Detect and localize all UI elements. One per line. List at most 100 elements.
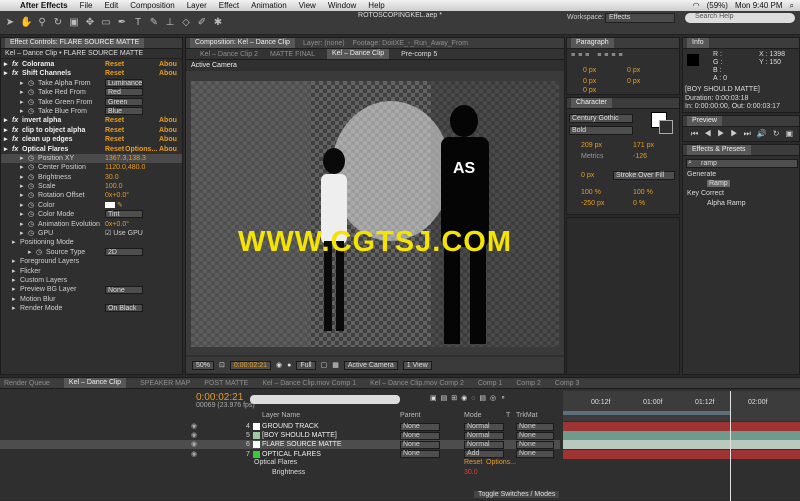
timeline-tab[interactable]: Render Queue bbox=[4, 380, 50, 387]
reset-link[interactable]: Reset bbox=[105, 126, 124, 135]
horizontal-scale[interactable]: 100 % bbox=[633, 189, 653, 196]
disclosure-triangle-icon[interactable]: ▸ bbox=[12, 257, 16, 266]
effect-row[interactable]: ▸ ◷ Scale 100.0 bbox=[1, 182, 182, 191]
camera-select[interactable]: Active Camera bbox=[343, 360, 398, 370]
disclosure-triangle-icon[interactable]: ▸ bbox=[20, 107, 24, 116]
disclosure-triangle-icon[interactable]: ▸ bbox=[12, 267, 16, 276]
sub-effect-reset[interactable]: Reset bbox=[464, 459, 482, 466]
stopwatch-icon[interactable]: ◷ bbox=[28, 191, 34, 200]
about-link[interactable]: Abou bbox=[159, 60, 177, 69]
effect-row[interactable]: ▸ Positioning Mode bbox=[1, 238, 182, 247]
stopwatch-icon[interactable]: ◷ bbox=[36, 248, 42, 257]
tab-character[interactable]: Character bbox=[571, 98, 612, 108]
stopwatch-icon[interactable]: ◷ bbox=[28, 107, 34, 116]
tracking[interactable]: -126 bbox=[633, 153, 647, 160]
font-size[interactable]: 209 px bbox=[581, 142, 602, 149]
disclosure-triangle-icon[interactable]: ▸ bbox=[20, 182, 24, 191]
disclosure-triangle-icon[interactable]: ▸ bbox=[20, 154, 24, 163]
blend-mode-select[interactable]: Normal bbox=[464, 440, 504, 449]
effect-row[interactable]: ▸ ◷ Brightness 30.0 bbox=[1, 173, 182, 182]
preset-category[interactable]: Generate bbox=[687, 171, 716, 178]
menu-help[interactable]: Help bbox=[362, 1, 390, 10]
effect-row[interactable]: ▸ ◷ Color Mode Tint bbox=[1, 210, 182, 219]
property-dropdown[interactable]: 2D bbox=[105, 247, 143, 256]
menu-window[interactable]: Window bbox=[322, 1, 362, 10]
stopwatch-icon[interactable]: ◷ bbox=[28, 220, 34, 229]
breadcrumb-item[interactable]: Kel – Dance Clip bbox=[326, 49, 390, 59]
fx-toggle-icon[interactable]: fx bbox=[12, 145, 18, 154]
disclosure-triangle-icon[interactable]: ▸ bbox=[20, 173, 24, 182]
effect-row[interactable]: ▸ ◷ Animation Evolution 0x+0.0° bbox=[1, 220, 182, 229]
color-channel-icon[interactable]: ● bbox=[287, 362, 291, 369]
stopwatch-icon[interactable]: ◷ bbox=[28, 163, 34, 172]
parent-select[interactable]: None bbox=[400, 422, 440, 431]
breadcrumb-item[interactable]: Pre-comp 5 bbox=[401, 51, 437, 58]
about-link[interactable]: Abou bbox=[159, 135, 177, 144]
menu-layer[interactable]: Layer bbox=[181, 1, 213, 10]
disclosure-triangle-icon[interactable]: ▸ bbox=[20, 220, 24, 229]
blend-mode-select[interactable]: Add bbox=[464, 450, 504, 459]
space-before[interactable]: 0 px bbox=[583, 78, 596, 85]
resolution-select[interactable]: Full bbox=[296, 360, 316, 370]
about-link[interactable]: Abou bbox=[159, 126, 177, 135]
menu-animation[interactable]: Animation bbox=[245, 1, 293, 10]
track-matte-select[interactable]: None bbox=[516, 450, 554, 459]
layer-name[interactable]: [BOY SHOULD MATTE] bbox=[262, 431, 337, 440]
wifi-icon[interactable]: ◠ bbox=[693, 1, 700, 10]
disclosure-triangle-icon[interactable]: ▸ bbox=[20, 229, 24, 238]
disclosure-triangle-icon[interactable]: ▸ bbox=[20, 79, 24, 88]
timeline-tab[interactable]: Kel – Dance Clip.mov Comp 1 bbox=[262, 380, 356, 387]
disclosure-triangle-icon[interactable]: ▸ bbox=[20, 88, 24, 97]
rotate-tool-icon[interactable]: ↻ bbox=[52, 17, 64, 29]
label-color-chip[interactable] bbox=[253, 423, 260, 430]
effect-row[interactable]: ▸ ◷ Position XY 1367.3,138.3 bbox=[1, 153, 182, 164]
about-link[interactable]: Abou bbox=[159, 69, 177, 78]
reset-link[interactable]: Reset bbox=[105, 60, 124, 69]
disclosure-triangle-icon[interactable]: ▸ bbox=[20, 210, 24, 219]
timeline-tab[interactable]: Comp 3 bbox=[555, 380, 580, 387]
kerning[interactable]: Metrics bbox=[581, 153, 604, 160]
disclosure-triangle-icon[interactable]: ▸ bbox=[12, 295, 16, 304]
workspace-select[interactable]: Effects bbox=[605, 13, 675, 23]
layer-duration-bar[interactable] bbox=[563, 449, 800, 459]
parent-select[interactable]: None bbox=[400, 431, 440, 440]
layer-row[interactable]: ◉ 5 [BOY SHOULD MATTE] None Normal None bbox=[0, 431, 560, 440]
menu-file[interactable]: File bbox=[74, 1, 99, 10]
effect-row[interactable]: ▸ Preview BG Layer None bbox=[1, 285, 182, 294]
tab-effect-controls[interactable]: Effect Controls: FLARE SOURCE MATTE bbox=[5, 38, 145, 48]
fx-toggle-icon[interactable]: fx bbox=[12, 126, 18, 135]
effect-row[interactable]: ▸ Render Mode On Black bbox=[1, 304, 182, 313]
property-dropdown[interactable]: Tint bbox=[105, 210, 143, 219]
preset-category[interactable]: Key Correct bbox=[687, 190, 724, 197]
disclosure-triangle-icon[interactable]: ▸ bbox=[20, 98, 24, 107]
disclosure-triangle-icon[interactable]: ▸ bbox=[4, 126, 8, 135]
pan-behind-tool-icon[interactable]: ✥ bbox=[84, 17, 96, 29]
checkbox[interactable]: ☑ bbox=[105, 230, 111, 237]
tab-layer[interactable]: Layer: (none) bbox=[303, 40, 345, 47]
reset-link[interactable]: Reset bbox=[105, 145, 124, 154]
reset-link[interactable]: Reset bbox=[105, 116, 124, 125]
stopwatch-icon[interactable]: ◷ bbox=[28, 182, 34, 191]
effect-row[interactable]: ▸ Motion Blur bbox=[1, 295, 182, 304]
track-matte-select[interactable]: None bbox=[516, 431, 554, 440]
mask-tool-icon[interactable]: ▭ bbox=[100, 17, 112, 29]
work-area-bar[interactable] bbox=[563, 411, 731, 415]
tab-effects-presets[interactable]: Effects & Presets bbox=[687, 145, 751, 155]
stroke-width[interactable]: 0 px bbox=[581, 172, 594, 179]
property-value[interactable]: 1120.0,480.0 bbox=[105, 163, 145, 172]
timeline-tab[interactable]: Kel – Dance Clip.mov Comp 2 bbox=[370, 380, 464, 387]
type-tool-icon[interactable]: T bbox=[132, 17, 144, 29]
region-icon[interactable]: ▢ bbox=[321, 361, 328, 369]
menu-edit[interactable]: Edit bbox=[98, 1, 124, 10]
disclosure-triangle-icon[interactable]: ▸ bbox=[12, 238, 16, 247]
property-value[interactable]: 30.0 bbox=[105, 173, 119, 182]
effects-search-input[interactable]: ramp bbox=[686, 159, 798, 168]
layer-name[interactable]: OPTICAL FLARES bbox=[262, 450, 321, 459]
disclosure-triangle-icon[interactable]: ▸ bbox=[28, 248, 32, 257]
effect-row[interactable]: ▸ fx clean up edges Reset Abou bbox=[1, 135, 182, 144]
timeline-tab[interactable]: Comp 1 bbox=[478, 380, 503, 387]
tab-info[interactable]: Info bbox=[687, 38, 709, 48]
disclosure-triangle-icon[interactable]: ▸ bbox=[20, 201, 24, 210]
camera-tool-icon[interactable]: ▣ bbox=[68, 17, 80, 29]
first-line-indent[interactable]: 0 px bbox=[583, 87, 596, 94]
